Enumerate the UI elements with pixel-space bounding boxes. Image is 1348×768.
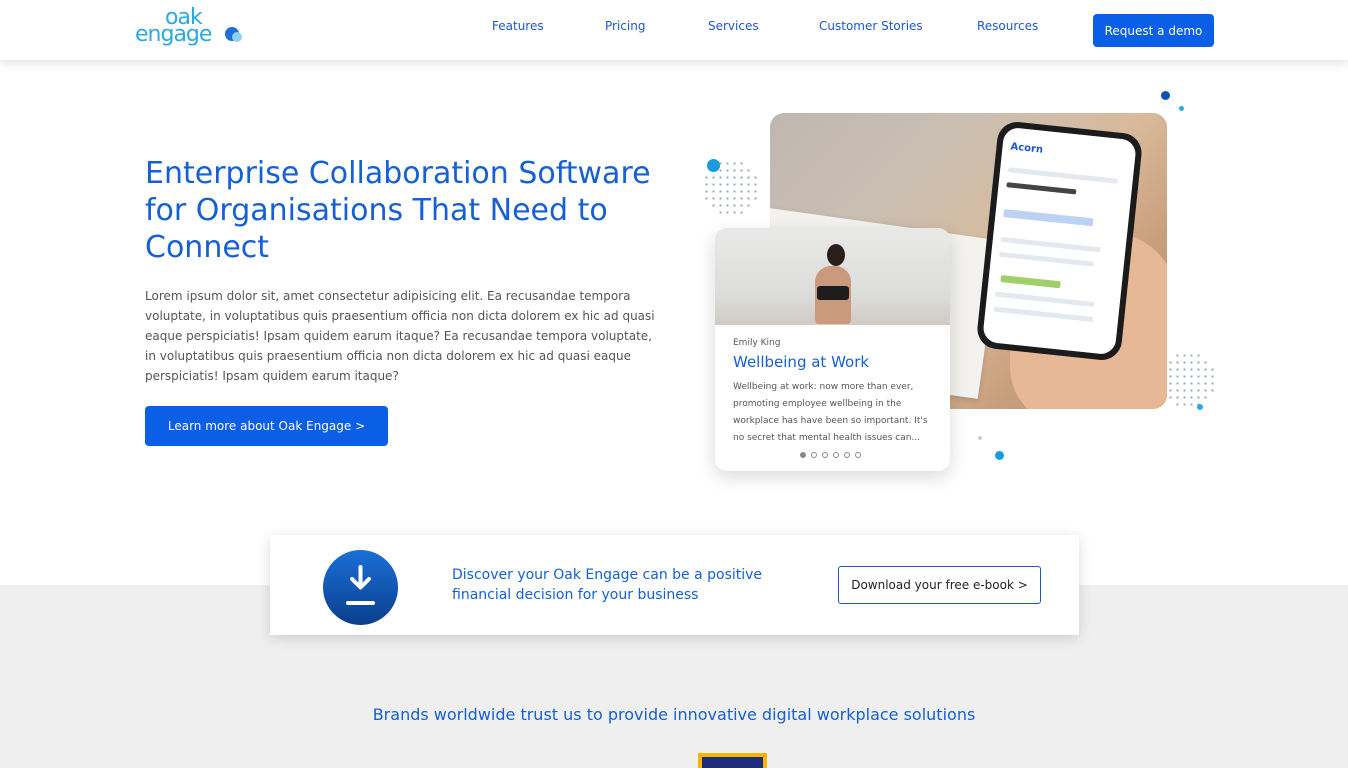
article-excerpt: Wellbeing at work: now more than ever, p… (733, 382, 928, 443)
hero-description: Lorem ipsum dolor sit, amet consectetur … (145, 289, 655, 383)
decor-dot (1161, 91, 1170, 100)
carousel-dot[interactable] (855, 452, 861, 458)
article-card[interactable]: Emily King Wellbeing at Work Wellbeing a… (715, 228, 950, 471)
oak-engage-logo[interactable]: oak engage (135, 5, 245, 51)
phone-ui-bar (1000, 236, 1101, 253)
article-author: Emily King (733, 338, 781, 348)
nav-pricing[interactable]: Pricing (605, 19, 645, 33)
carousel-dot[interactable] (800, 452, 806, 458)
logo-mark-light (232, 32, 242, 42)
phone-ui-bar (1003, 209, 1094, 227)
client-brand-logo (698, 753, 767, 768)
dot-pattern-decoration (1160, 352, 1216, 408)
article-image (715, 228, 950, 325)
decor-dot (1179, 106, 1184, 111)
request-demo-button[interactable]: Request a demo (1093, 14, 1214, 47)
nav-resources[interactable]: Resources (977, 19, 1038, 33)
phone-ui-bar (994, 291, 1095, 307)
phone-poll-bar (1000, 275, 1061, 289)
phone-ui-bar (999, 251, 1095, 267)
phone-ui-bar (1007, 167, 1118, 184)
ebook-banner: Discover your Oak Engage can be a positi… (270, 535, 1079, 635)
phone-screen: Acorn (982, 126, 1137, 356)
carousel-dot[interactable] (833, 452, 839, 458)
carousel-dot[interactable] (822, 452, 828, 458)
learn-more-button[interactable]: Learn more about Oak Engage > (145, 406, 388, 446)
carousel-dot[interactable] (844, 452, 850, 458)
article-title[interactable]: Wellbeing at Work (733, 353, 869, 371)
logo-text-engage: engage (135, 22, 212, 47)
nav-services[interactable]: Services (708, 19, 759, 33)
client-brand-logo-inner (702, 757, 763, 768)
hero-title: Enterprise Collaboration Software for Or… (145, 156, 651, 265)
download-ebook-button[interactable]: Download your free e-book > (838, 566, 1041, 604)
phone-ui-bar (1006, 182, 1077, 195)
decor-dot (995, 451, 1004, 460)
carousel-dot[interactable] (811, 452, 817, 458)
site-header: oak engage Features Pricing Services Cus… (0, 0, 1348, 60)
decor-dot (707, 159, 720, 172)
carousel-pagination (800, 452, 861, 458)
image-figure-top (817, 286, 849, 300)
phone-app-name: Acorn (1009, 141, 1044, 156)
image-figure-head (827, 244, 845, 266)
nav-customer-stories[interactable]: Customer Stories (819, 19, 923, 33)
nav-features[interactable]: Features (492, 19, 544, 33)
ebook-banner-text: Discover your Oak Engage can be a positi… (452, 567, 763, 603)
decor-dot (1197, 404, 1203, 410)
phone-ui-bar (993, 306, 1094, 322)
trust-heading: Brands worldwide trust us to provide inn… (372, 705, 976, 724)
decor-dot (978, 436, 982, 440)
phone-mockup: Acorn (975, 120, 1144, 362)
download-icon (323, 550, 398, 625)
